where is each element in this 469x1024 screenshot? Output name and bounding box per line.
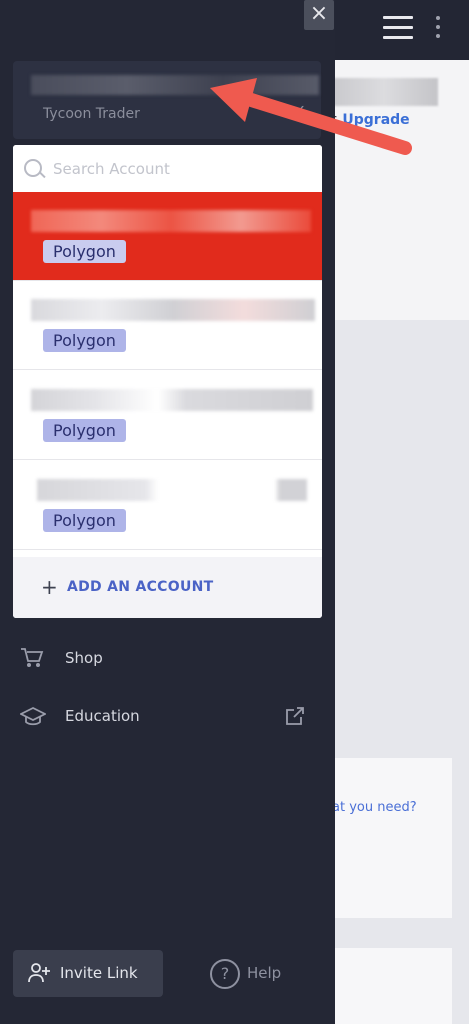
cart-icon [20, 647, 44, 669]
hamburger-menu-icon[interactable] [383, 16, 413, 40]
close-button[interactable]: × [304, 0, 334, 30]
support-card-text[interactable]: at you need? [332, 800, 417, 815]
blurred-account-name [37, 479, 307, 501]
external-link-icon [284, 705, 306, 731]
annotation-arrow-icon [210, 78, 412, 155]
graduation-cap-icon [18, 705, 48, 727]
account-item[interactable]: Polygon [13, 461, 322, 550]
add-account-label: ADD AN ACCOUNT [67, 579, 214, 595]
search-input[interactable] [51, 157, 305, 181]
help-icon: ? [210, 959, 240, 989]
invite-link-button[interactable]: Invite Link [13, 950, 163, 997]
add-user-icon [27, 962, 51, 988]
account-item[interactable]: Polygon [13, 281, 322, 370]
plus-icon: + [41, 575, 58, 599]
account-tag: Polygon [43, 240, 126, 263]
help-label: Help [247, 964, 282, 982]
invite-label: Invite Link [60, 964, 138, 982]
account-subtitle: Tycoon Trader [43, 106, 140, 122]
nav-item-shop[interactable]: Shop [0, 637, 335, 681]
help-button[interactable]: ? Help [210, 955, 310, 993]
nav-label: Education [65, 707, 140, 725]
account-dropdown: Polygon Polygon Polygon Polygon + ADD AN… [13, 145, 322, 618]
blurred-account-name [31, 299, 315, 321]
account-item[interactable]: Polygon [13, 371, 322, 460]
blurred-account-name [31, 389, 313, 411]
nav-label: Shop [65, 649, 103, 667]
account-tag: Polygon [43, 329, 126, 352]
account-tag: Polygon [43, 419, 126, 442]
more-options-icon[interactable] [434, 16, 442, 40]
nav-item-education[interactable]: Education [0, 695, 335, 739]
account-tag: Polygon [43, 509, 126, 532]
blurred-account-name [31, 210, 311, 232]
search-icon [24, 159, 42, 177]
add-account-button[interactable]: + ADD AN ACCOUNT [13, 557, 322, 618]
account-item[interactable]: Polygon [13, 192, 322, 281]
